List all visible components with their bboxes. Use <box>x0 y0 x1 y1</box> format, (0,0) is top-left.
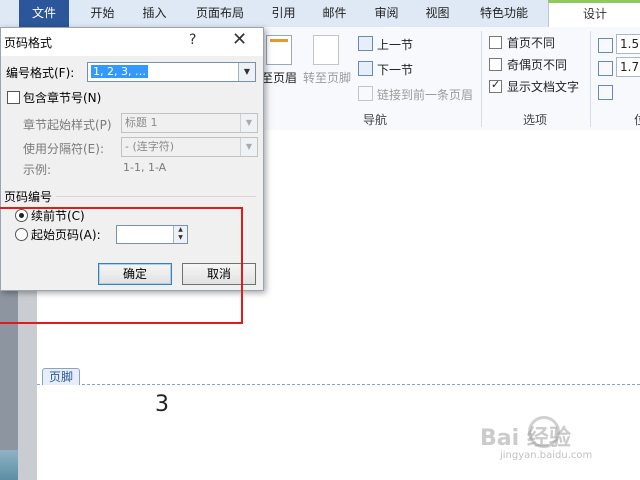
close-icon[interactable]: ✕ <box>232 29 247 50</box>
goto-footer-button[interactable]: 转至页脚 <box>303 69 351 86</box>
page-number[interactable]: 3 <box>155 392 169 417</box>
chevron-down-icon[interactable]: ▼ <box>238 63 255 81</box>
include-chapter-checkbox[interactable] <box>7 91 20 104</box>
dialog-title-bar: 页码格式 ? ✕ <box>1 28 263 56</box>
goto-footer-icon <box>313 35 339 65</box>
show-document-text-label: 显示文档文字 <box>507 80 580 94</box>
page-numbering-section-label: 页码编号 <box>4 188 57 205</box>
tab-special-features[interactable]: 特色功能 <box>471 0 537 27</box>
tab-references[interactable]: 引用 <box>261 0 306 27</box>
checkbox-box-checked <box>489 78 502 93</box>
checkbox-box <box>489 58 502 71</box>
ribbon-separator <box>481 31 482 127</box>
next-section-button[interactable]: 下一节 <box>358 61 413 78</box>
checkbox-box <box>489 36 502 49</box>
link-icon <box>358 86 373 101</box>
tab-design[interactable]: 设计 <box>548 0 640 28</box>
example-value: 1-1, 1-A <box>123 161 167 174</box>
example-label: 示例: <box>23 163 52 177</box>
tab-insert[interactable]: 插入 <box>132 0 177 27</box>
footer-position-input[interactable]: 1.75 <box>616 57 640 77</box>
taskbar-thumbnail <box>0 450 18 480</box>
different-first-page-label: 首页不同 <box>507 36 556 50</box>
chevron-down-icon[interactable]: ▼ <box>240 114 257 132</box>
next-section-label: 下一节 <box>377 63 414 77</box>
goto-header-button[interactable]: 至页眉 <box>261 69 297 86</box>
include-chapter-label: 包含章节号(N) <box>23 91 102 105</box>
header-position-icon <box>598 38 613 53</box>
footer-label-tag: 页脚 <box>42 368 81 385</box>
separator-label: 使用分隔符(E): <box>23 142 104 156</box>
position-group-label: 位 <box>633 113 640 127</box>
prev-section-button[interactable]: 上一节 <box>358 36 413 53</box>
dialog-title: 页码格式 <box>4 36 53 50</box>
baidu-paw-icon <box>528 416 560 448</box>
watermark-url: jingyan.baidu.com <box>500 450 593 461</box>
help-icon[interactable]: ? <box>189 32 196 48</box>
separator-value: - (连字符) <box>125 140 175 153</box>
ribbon-separator <box>590 31 591 127</box>
tab-view[interactable]: 视图 <box>415 0 460 27</box>
tab-mailings[interactable]: 邮件 <box>312 0 357 27</box>
different-first-page-checkbox[interactable]: 首页不同 <box>489 34 555 51</box>
chevron-down-icon[interactable]: ▼ <box>240 138 257 156</box>
chapter-style-select[interactable]: 标题 1 ▼ <box>121 113 258 133</box>
insert-alignment-tab-icon[interactable] <box>598 85 613 100</box>
prev-section-icon <box>358 36 373 51</box>
separator-select[interactable]: - (连字符) ▼ <box>121 137 258 157</box>
chapter-style-value: 标题 1 <box>125 116 158 129</box>
link-previous-label: 链接到前一条页眉 <box>377 88 474 102</box>
link-previous-button[interactable]: 链接到前一条页眉 <box>358 86 473 103</box>
next-section-icon <box>358 61 373 76</box>
nav-group-label: 导航 <box>362 113 387 127</box>
tab-file[interactable]: 文件 <box>19 0 69 27</box>
tab-review[interactable]: 审阅 <box>364 0 409 27</box>
design-tab-accent <box>548 0 640 3</box>
number-format-value: 1, 2, 3, … <box>91 65 148 78</box>
show-document-text-checkbox[interactable]: 显示文档文字 <box>489 78 579 95</box>
prev-section-label: 上一节 <box>377 38 414 52</box>
tab-home[interactable]: 开始 <box>80 0 125 27</box>
header-position-input[interactable]: 1.5 <box>616 34 640 54</box>
goto-header-icon <box>266 35 292 65</box>
chapter-style-label: 章节起始样式(P) <box>23 118 112 132</box>
options-group-label: 选项 <box>522 113 547 127</box>
number-format-label: 编号格式(F): <box>6 66 75 80</box>
footer-position-icon <box>598 61 613 76</box>
different-odd-even-label: 奇偶页不同 <box>507 58 568 72</box>
highlight-box <box>0 207 243 324</box>
footer-boundary-line <box>37 384 640 385</box>
different-odd-even-checkbox[interactable]: 奇偶页不同 <box>489 56 567 73</box>
number-format-select[interactable]: 1, 2, 3, … ▼ <box>87 62 256 82</box>
tab-page-layout[interactable]: 页面布局 <box>187 0 253 27</box>
ribbon-tab-bar: 文件 开始 插入 页面布局 引用 邮件 审阅 视图 特色功能 设计 <box>0 0 640 28</box>
